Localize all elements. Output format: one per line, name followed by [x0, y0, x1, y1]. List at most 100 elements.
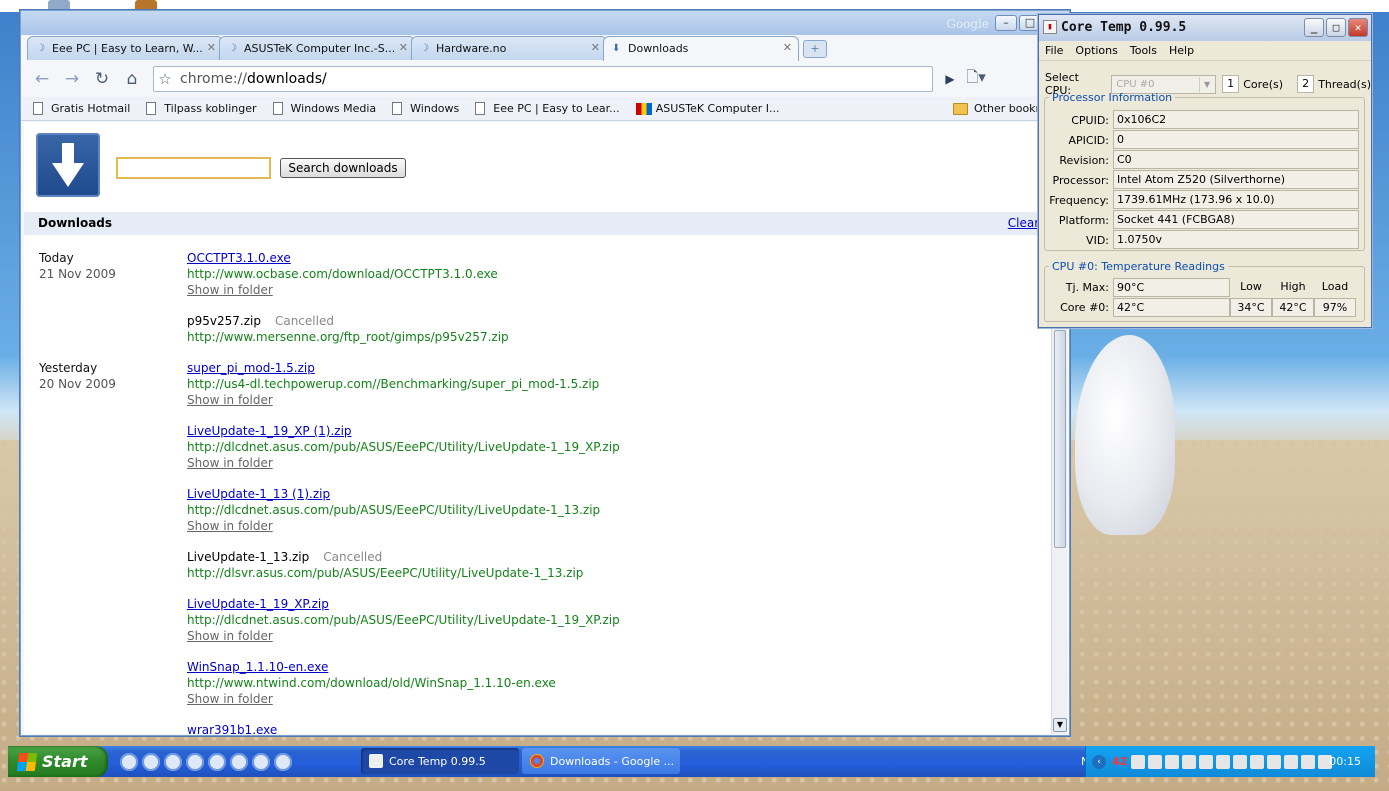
- page-icon: [33, 102, 43, 115]
- page-icon: [475, 102, 486, 115]
- media-player-icon[interactable]: [208, 752, 226, 771]
- status-cancelled: Cancelled: [323, 550, 383, 564]
- search-downloads-input[interactable]: [116, 157, 271, 179]
- info-label: Processor:: [1052, 173, 1110, 187]
- taskbar-item-chrome[interactable]: Downloads - Google ...: [522, 748, 680, 774]
- menu-options[interactable]: Options: [1075, 44, 1117, 57]
- low-header: Low: [1240, 279, 1262, 293]
- chrome-icon: [530, 754, 544, 768]
- tray-network-icon[interactable]: [1199, 754, 1214, 769]
- new-tab-button[interactable]: +: [803, 40, 827, 58]
- bluetooth-icon[interactable]: [1250, 754, 1265, 769]
- download-file-link[interactable]: OCCTPT3.1.0.exe: [187, 251, 291, 265]
- info-row: CPUID: 0x106C2: [1045, 110, 1364, 130]
- date-group: Today 21 Nov 2009: [39, 250, 116, 282]
- tray-app-icon[interactable]: [1148, 754, 1163, 769]
- tab-close-icon[interactable]: ✕: [591, 41, 600, 54]
- download-file-link[interactable]: LiveUpdate-1_19_XP.zip: [187, 597, 329, 611]
- core0-label: Core #0:: [1060, 300, 1109, 314]
- tray-temperature[interactable]: 42: [1112, 755, 1127, 768]
- download-file-link[interactable]: LiveUpdate-1_19_XP (1).zip: [187, 424, 352, 438]
- tray-app-icon[interactable]: [1216, 754, 1231, 769]
- tab-close-icon[interactable]: ✕: [207, 41, 216, 54]
- tray-network-icon[interactable]: [1182, 754, 1197, 769]
- menu-tools[interactable]: Tools: [1130, 44, 1157, 57]
- address-bar[interactable]: ☆ chrome://downloads/: [153, 66, 933, 92]
- url-path: downloads/: [247, 71, 327, 87]
- other-bookmarks[interactable]: Other bookm: [953, 102, 1046, 115]
- bookmark-item[interactable]: Gratis Hotmail: [33, 102, 130, 115]
- moon-icon: ☽: [228, 43, 237, 54]
- info-value: 1739.61MHz (173.96 x 10.0): [1113, 190, 1359, 209]
- reload-icon[interactable]: ↻: [89, 66, 115, 92]
- chrome-icon[interactable]: [120, 752, 138, 771]
- scroll-down-icon[interactable]: ▼: [1053, 718, 1067, 732]
- tab-label: Hardware.no: [436, 42, 507, 55]
- tray-app-icon[interactable]: [1301, 754, 1316, 769]
- bookmark-item[interactable]: Tilpass koblinger: [146, 102, 257, 115]
- search-downloads-button[interactable]: Search downloads: [280, 158, 406, 178]
- minimize-button[interactable]: –: [995, 15, 1017, 31]
- coretemp-titlebar[interactable]: ▮ Core Temp 0.99.5 _ □ ✕: [1039, 15, 1371, 41]
- tray-app-icon[interactable]: [1267, 754, 1282, 769]
- day-label: Today: [39, 251, 74, 265]
- show-in-folder-link[interactable]: Show in folder: [187, 393, 273, 407]
- show-in-folder-link[interactable]: Show in folder: [187, 283, 273, 297]
- tab-asustek[interactable]: ☽ ASUSTeK Computer Inc.-S... ✕: [219, 36, 415, 60]
- minimize-button[interactable]: _: [1304, 18, 1324, 37]
- folder-icon: [953, 102, 968, 115]
- forward-icon[interactable]: →: [59, 66, 85, 92]
- show-in-folder-link[interactable]: Show in folder: [187, 519, 273, 533]
- info-value: C0: [1113, 150, 1359, 169]
- download-file-link[interactable]: WinSnap_1.1.10-en.exe: [187, 660, 328, 674]
- bookmark-item[interactable]: Windows: [392, 102, 459, 115]
- tray-volume-icon[interactable]: [1165, 754, 1180, 769]
- paint-icon[interactable]: [164, 752, 182, 771]
- page-menu-icon[interactable]: 🗋▾: [961, 67, 991, 92]
- downloads-logo-icon: [36, 133, 100, 197]
- home-icon[interactable]: ⌂: [119, 66, 145, 92]
- bookmark-item[interactable]: Windows Media: [272, 102, 376, 115]
- clock[interactable]: 00:15: [1329, 755, 1361, 768]
- maximize-button[interactable]: □: [1326, 18, 1346, 37]
- show-in-folder-link[interactable]: Show in folder: [187, 629, 273, 643]
- menu-file[interactable]: File: [1045, 44, 1063, 57]
- tab-hardware[interactable]: ☽ Hardware.no ✕: [411, 36, 607, 60]
- download-item: OCCTPT3.1.0.exe http://www.ocbase.com/do…: [187, 250, 498, 298]
- download-file-link[interactable]: wrar391b1.exe: [187, 723, 277, 734]
- show-in-folder-link[interactable]: Show in folder: [187, 692, 273, 706]
- download-item: LiveUpdate-1_13.zip Cancelled http://dlsv…: [187, 549, 583, 581]
- scroll-thumb[interactable]: [1054, 330, 1066, 548]
- tab-strip: ☽ Eee PC | Easy to Learn, W... ✕ ☽ ASUSTeK …: [27, 36, 827, 61]
- star-icon[interactable]: ☆: [154, 70, 176, 88]
- tab-close-icon[interactable]: ✕: [783, 41, 792, 54]
- go-icon[interactable]: ▶: [939, 72, 961, 86]
- coretemp-icon[interactable]: [274, 752, 292, 771]
- tab-close-icon[interactable]: ✕: [399, 41, 408, 54]
- close-button[interactable]: ✕: [1348, 18, 1368, 37]
- menu-help[interactable]: Help: [1169, 44, 1194, 57]
- show-in-folder-link[interactable]: Show in folder: [187, 456, 273, 470]
- bookmark-item[interactable]: ASUSTeK Computer I...: [635, 102, 779, 115]
- info-label: CPUID:: [1071, 113, 1109, 127]
- chevron-down-icon[interactable]: ▼: [1199, 76, 1214, 92]
- bookmark-item[interactable]: Eee PC | Easy to Lear...: [475, 102, 620, 115]
- download-url: http://us4-dl.techpowerup.com//Benchmark…: [187, 377, 600, 391]
- download-file-link[interactable]: super_pi_mod-1.5.zip: [187, 361, 315, 375]
- tray-app-icon[interactable]: [1131, 754, 1146, 769]
- chrome-titlebar[interactable]: Google – □ ✕: [21, 11, 1069, 35]
- tray-app-icon[interactable]: [1284, 754, 1299, 769]
- firefox-icon[interactable]: [186, 752, 204, 771]
- tray-app-icon[interactable]: [1233, 754, 1248, 769]
- ie-icon[interactable]: [142, 752, 160, 771]
- back-icon[interactable]: ←: [29, 66, 55, 92]
- start-button[interactable]: Start: [8, 746, 108, 777]
- app-icon[interactable]: [230, 752, 248, 771]
- download-file-link[interactable]: LiveUpdate-1_13 (1).zip: [187, 487, 330, 501]
- app-icon[interactable]: [252, 752, 270, 771]
- quick-launch: [120, 752, 292, 771]
- tab-downloads[interactable]: ⬇ Downloads ✕: [603, 36, 799, 61]
- tray-expand-icon[interactable]: ‹: [1092, 754, 1106, 769]
- taskbar-item-coretemp[interactable]: Core Temp 0.99.5: [361, 748, 519, 774]
- tab-eeepc[interactable]: ☽ Eee PC | Easy to Learn, W... ✕: [27, 36, 223, 60]
